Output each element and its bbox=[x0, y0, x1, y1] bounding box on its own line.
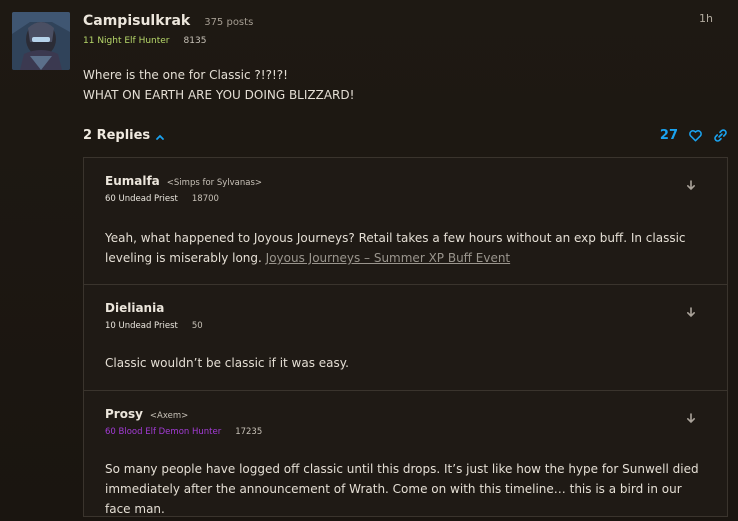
avatar[interactable] bbox=[12, 12, 70, 70]
heart-icon[interactable] bbox=[688, 128, 703, 143]
reply-class: 10 Undead Priest bbox=[105, 321, 178, 331]
reply-item: Prosy <Axem> 60 Blood Elf Demon Hunter 1… bbox=[84, 391, 727, 516]
reply-author[interactable]: Eumalfa bbox=[105, 174, 160, 188]
link-icon[interactable] bbox=[713, 128, 728, 143]
reply-text: Classic wouldn’t be classic if it was ea… bbox=[105, 356, 349, 370]
post-actions: 27 bbox=[660, 128, 728, 143]
reply-item: Dieliania 10 Undead Priest 50 Classic wo… bbox=[84, 285, 727, 391]
arrow-down-icon[interactable] bbox=[685, 409, 697, 424]
reply-guild-tag: <Simps for Sylvanas> bbox=[166, 178, 263, 188]
replies-list: Eumalfa <Simps for Sylvanas> 60 Undead P… bbox=[83, 157, 728, 517]
reply-guild-tag: <Axem> bbox=[149, 411, 189, 421]
reply-body: So many people have logged off classic u… bbox=[105, 459, 707, 519]
reply-class: 60 Undead Priest bbox=[105, 194, 178, 204]
arrow-down-icon[interactable] bbox=[685, 176, 697, 191]
post-header: Campisulkrak 375 posts 11 Night Elf Hunt… bbox=[83, 13, 253, 46]
reply-author[interactable]: Dieliania bbox=[105, 301, 164, 315]
post-body: Where is the one for Classic ?!?!?! WHAT… bbox=[83, 65, 354, 105]
reply-score: 18700 bbox=[191, 194, 219, 204]
reply-author[interactable]: Prosy bbox=[105, 407, 143, 421]
arrow-down-icon[interactable] bbox=[685, 303, 697, 318]
reply-score: 50 bbox=[191, 321, 203, 331]
forum-post: Campisulkrak 375 posts 11 Night Elf Hunt… bbox=[0, 0, 738, 521]
post-body-line: WHAT ON EARTH ARE YOU DOING BLIZZARD! bbox=[83, 88, 355, 102]
chevron-up-icon bbox=[155, 131, 165, 141]
reply-body: Classic wouldn’t be classic if it was ea… bbox=[105, 353, 707, 373]
reply-score: 17235 bbox=[235, 427, 263, 437]
reply-body: Yeah, what happened to Joyous Journeys? … bbox=[105, 228, 707, 268]
author-name[interactable]: Campisulkrak bbox=[83, 13, 190, 29]
post-time[interactable]: 1h bbox=[699, 12, 713, 25]
reply-class: 60 Blood Elf Demon Hunter bbox=[105, 427, 222, 437]
achievement-points: 8135 bbox=[183, 36, 207, 46]
reply-item: Eumalfa <Simps for Sylvanas> 60 Undead P… bbox=[84, 158, 727, 285]
author-class: 11 Night Elf Hunter bbox=[83, 36, 170, 46]
post-body-line: Where is the one for Classic ?!?!?! bbox=[83, 68, 288, 82]
like-count: 27 bbox=[659, 128, 678, 143]
reply-text: So many people have logged off classic u… bbox=[105, 462, 699, 516]
post-count: 375 posts bbox=[204, 17, 254, 28]
replies-toggle-button[interactable]: 2 Replies bbox=[83, 128, 165, 143]
reply-link[interactable]: Joyous Journeys – Summer XP Buff Event bbox=[266, 251, 510, 265]
replies-label: 2 Replies bbox=[83, 128, 151, 143]
